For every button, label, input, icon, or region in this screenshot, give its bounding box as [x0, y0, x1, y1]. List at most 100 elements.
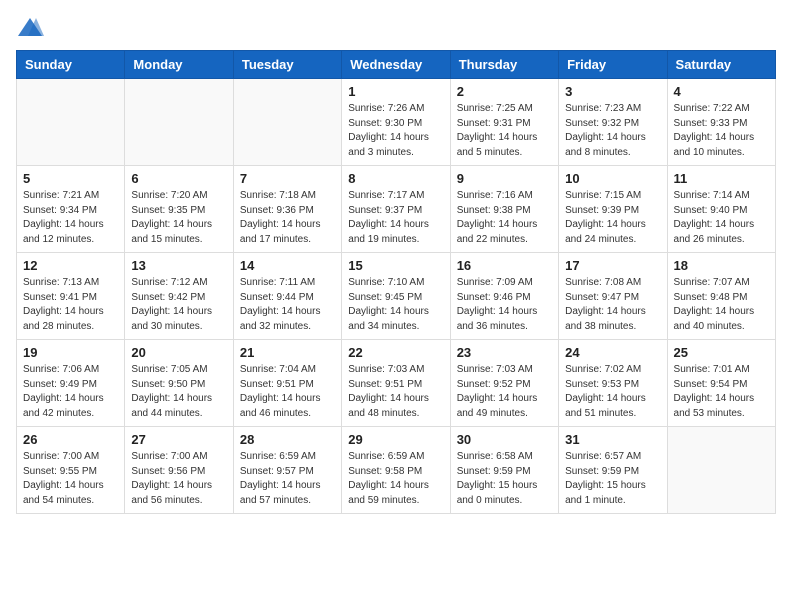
day-info: Sunrise: 6:58 AMSunset: 9:59 PMDaylight:…: [457, 450, 552, 508]
day-number: 1: [348, 84, 443, 99]
day-info: Sunrise: 7:21 AMSunset: 9:34 PMDaylight:…: [23, 189, 118, 247]
day-number: 7: [240, 171, 335, 186]
day-info: Sunrise: 7:07 AMSunset: 9:48 PMDaylight:…: [674, 276, 769, 334]
day-info: Sunrise: 7:15 AMSunset: 9:39 PMDaylight:…: [565, 189, 660, 247]
calendar-cell: 4Sunrise: 7:22 AMSunset: 9:33 PMDaylight…: [667, 79, 775, 166]
calendar-cell: 3 Sunrise: 7:23 AMSunset: 9:32 PMDaylight…: [559, 79, 667, 166]
calendar-cell: 31 Sunrise: 6:57 AMSunset: 9:59 PMDayligh…: [559, 427, 667, 514]
calendar-cell: [667, 427, 775, 514]
calendar-cell: 16 Sunrise: 7:09 AMSunset: 9:46 PMDayligh…: [450, 253, 558, 340]
calendar-cell: 28Sunrise: 6:59 AMSunset: 9:57 PMDayligh…: [233, 427, 341, 514]
day-info: Sunrise: 7:05 AMSunset: 9:50 PMDaylight:…: [131, 363, 226, 421]
calendar-cell: 25 Sunrise: 7:01 AMSunset: 9:54 PMDayligh…: [667, 340, 775, 427]
calendar-table: SundayMondayTuesdayWednesdayThursdayFrid…: [16, 50, 776, 514]
day-info: Sunrise: 7:20 AMSunset: 9:35 PMDaylight:…: [131, 189, 226, 247]
day-info: Sunrise: 7:06 AMSunset: 9:49 PMDaylight:…: [23, 363, 118, 421]
day-number: 11: [674, 171, 769, 186]
day-info: Sunrise: 7:16 AMSunset: 9:38 PMDaylight:…: [457, 189, 552, 247]
day-number: 26: [23, 432, 118, 447]
calendar-cell: 13 Sunrise: 7:12 AMSunset: 9:42 PMDayligh…: [125, 253, 233, 340]
weekday-header-wednesday: Wednesday: [342, 51, 450, 79]
day-number: 3: [565, 84, 660, 99]
week-row-4: 19 Sunrise: 7:06 AMSunset: 9:49 PMDayligh…: [17, 340, 776, 427]
calendar-cell: 20 Sunrise: 7:05 AMSunset: 9:50 PMDayligh…: [125, 340, 233, 427]
day-info: Sunrise: 7:26 AMSunset: 9:30 PMDaylight:…: [348, 102, 443, 160]
day-info: Sunrise: 7:01 AMSunset: 9:54 PMDaylight:…: [674, 363, 769, 421]
day-number: 22: [348, 345, 443, 360]
day-number: 14: [240, 258, 335, 273]
calendar-cell: 2 Sunrise: 7:25 AMSunset: 9:31 PMDaylight…: [450, 79, 558, 166]
calendar-cell: 12 Sunrise: 7:13 AMSunset: 9:41 PMDayligh…: [17, 253, 125, 340]
day-number: 21: [240, 345, 335, 360]
weekday-header-saturday: Saturday: [667, 51, 775, 79]
day-number: 20: [131, 345, 226, 360]
day-number: 19: [23, 345, 118, 360]
day-info: Sunrise: 7:03 AMSunset: 9:51 PMDaylight:…: [348, 363, 443, 421]
day-info: Sunrise: 6:59 AMSunset: 9:58 PMDaylight:…: [348, 450, 443, 508]
calendar-cell: [233, 79, 341, 166]
day-number: 2: [457, 84, 552, 99]
day-info: Sunrise: 7:17 AMSunset: 9:37 PMDaylight:…: [348, 189, 443, 247]
day-info: Sunrise: 7:12 AMSunset: 9:42 PMDaylight:…: [131, 276, 226, 334]
week-row-2: 5 Sunrise: 7:21 AMSunset: 9:34 PMDaylight…: [17, 166, 776, 253]
logo: [16, 16, 48, 38]
day-number: 6: [131, 171, 226, 186]
page-header: [16, 16, 776, 38]
day-number: 17: [565, 258, 660, 273]
calendar-cell: 17Sunrise: 7:08 AMSunset: 9:47 PMDayligh…: [559, 253, 667, 340]
day-info: Sunrise: 6:57 AMSunset: 9:59 PMDaylight:…: [565, 450, 660, 508]
calendar-cell: 27Sunrise: 7:00 AMSunset: 9:56 PMDayligh…: [125, 427, 233, 514]
weekday-header-sunday: Sunday: [17, 51, 125, 79]
weekday-header-thursday: Thursday: [450, 51, 558, 79]
day-number: 15: [348, 258, 443, 273]
week-row-1: 1 Sunrise: 7:26 AMSunset: 9:30 PMDaylight…: [17, 79, 776, 166]
calendar-cell: 26 Sunrise: 7:00 AMSunset: 9:55 PMDayligh…: [17, 427, 125, 514]
day-info: Sunrise: 7:18 AMSunset: 9:36 PMDaylight:…: [240, 189, 335, 247]
day-info: Sunrise: 7:10 AMSunset: 9:45 PMDaylight:…: [348, 276, 443, 334]
calendar-cell: 9 Sunrise: 7:16 AMSunset: 9:38 PMDaylight…: [450, 166, 558, 253]
logo-icon: [16, 16, 44, 38]
calendar-cell: 21 Sunrise: 7:04 AMSunset: 9:51 PMDayligh…: [233, 340, 341, 427]
day-number: 9: [457, 171, 552, 186]
day-number: 25: [674, 345, 769, 360]
calendar-cell: [17, 79, 125, 166]
calendar-cell: 1 Sunrise: 7:26 AMSunset: 9:30 PMDaylight…: [342, 79, 450, 166]
calendar-cell: 23 Sunrise: 7:03 AMSunset: 9:52 PMDayligh…: [450, 340, 558, 427]
calendar-cell: 7 Sunrise: 7:18 AMSunset: 9:36 PMDaylight…: [233, 166, 341, 253]
day-number: 10: [565, 171, 660, 186]
day-number: 29: [348, 432, 443, 447]
weekday-header-monday: Monday: [125, 51, 233, 79]
day-number: 24: [565, 345, 660, 360]
day-number: 28: [240, 432, 335, 447]
calendar-cell: 6 Sunrise: 7:20 AMSunset: 9:35 PMDaylight…: [125, 166, 233, 253]
calendar-cell: 15 Sunrise: 7:10 AMSunset: 9:45 PMDayligh…: [342, 253, 450, 340]
day-number: 30: [457, 432, 552, 447]
day-number: 12: [23, 258, 118, 273]
day-number: 27: [131, 432, 226, 447]
day-info: Sunrise: 7:13 AMSunset: 9:41 PMDaylight:…: [23, 276, 118, 334]
weekday-header-friday: Friday: [559, 51, 667, 79]
day-info: Sunrise: 7:23 AMSunset: 9:32 PMDaylight:…: [565, 102, 660, 160]
day-number: 5: [23, 171, 118, 186]
calendar-cell: 18Sunrise: 7:07 AMSunset: 9:48 PMDayligh…: [667, 253, 775, 340]
day-number: 31: [565, 432, 660, 447]
day-info: Sunrise: 7:09 AMSunset: 9:46 PMDaylight:…: [457, 276, 552, 334]
day-info: Sunrise: 7:14 AMSunset: 9:40 PMDaylight:…: [674, 189, 769, 247]
weekday-header-row: SundayMondayTuesdayWednesdayThursdayFrid…: [17, 51, 776, 79]
day-info: Sunrise: 7:03 AMSunset: 9:52 PMDaylight:…: [457, 363, 552, 421]
calendar-cell: 14 Sunrise: 7:11 AMSunset: 9:44 PMDayligh…: [233, 253, 341, 340]
day-info: Sunrise: 7:11 AMSunset: 9:44 PMDaylight:…: [240, 276, 335, 334]
day-info: Sunrise: 7:04 AMSunset: 9:51 PMDaylight:…: [240, 363, 335, 421]
day-number: 23: [457, 345, 552, 360]
day-number: 13: [131, 258, 226, 273]
weekday-header-tuesday: Tuesday: [233, 51, 341, 79]
day-number: 8: [348, 171, 443, 186]
day-number: 16: [457, 258, 552, 273]
calendar-cell: 8 Sunrise: 7:17 AMSunset: 9:37 PMDaylight…: [342, 166, 450, 253]
calendar-cell: 11 Sunrise: 7:14 AMSunset: 9:40 PMDayligh…: [667, 166, 775, 253]
calendar-cell: 29 Sunrise: 6:59 AMSunset: 9:58 PMDayligh…: [342, 427, 450, 514]
calendar-cell: 10 Sunrise: 7:15 AMSunset: 9:39 PMDayligh…: [559, 166, 667, 253]
day-info: Sunrise: 7:00 AMSunset: 9:55 PMDaylight:…: [23, 450, 118, 508]
calendar-cell: 19 Sunrise: 7:06 AMSunset: 9:49 PMDayligh…: [17, 340, 125, 427]
day-info: Sunrise: 7:25 AMSunset: 9:31 PMDaylight:…: [457, 102, 552, 160]
